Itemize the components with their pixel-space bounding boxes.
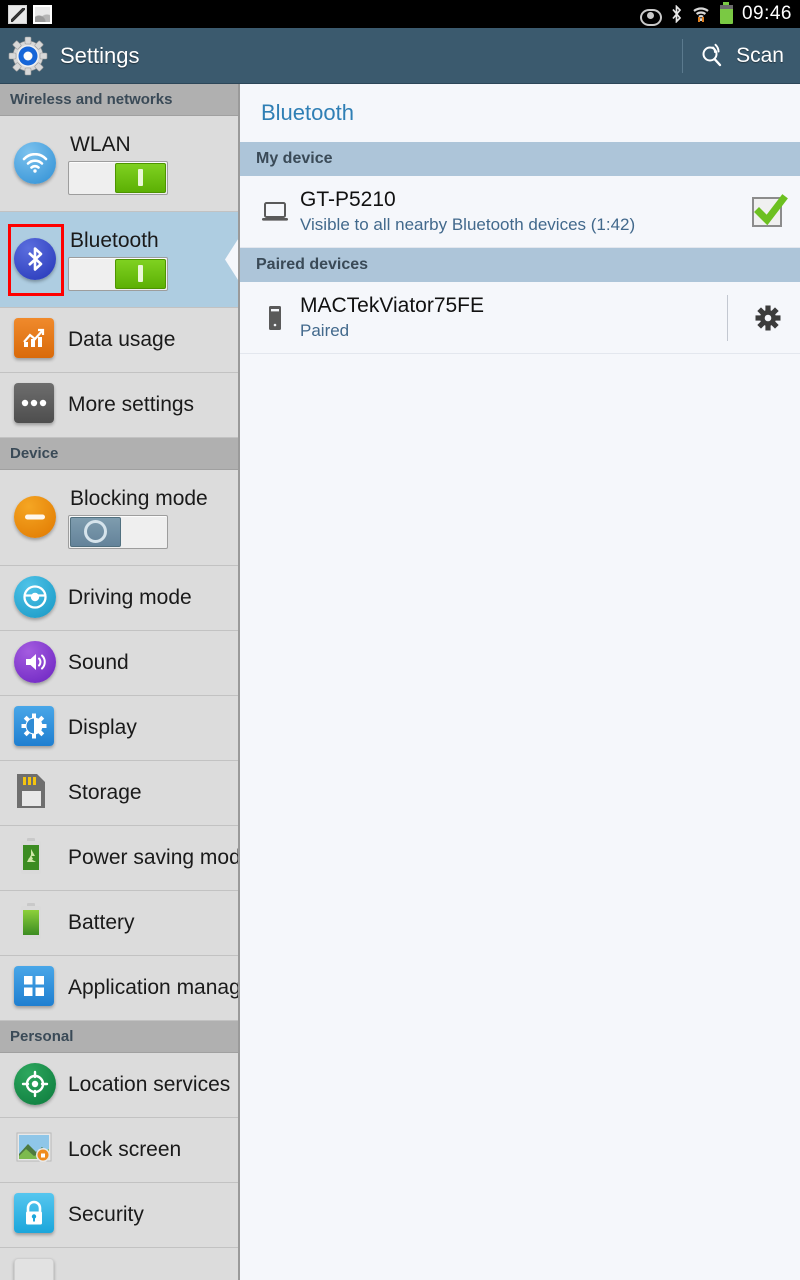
device-name: MACTekViator75FE xyxy=(300,293,485,317)
sidebar-item-label: Data usage xyxy=(68,328,176,351)
display-icon xyxy=(14,706,58,750)
status-bar-right-icons: 09:46 xyxy=(639,1,792,26)
location-services-icon xyxy=(14,1063,58,1107)
wifi-icon xyxy=(14,141,58,186)
sidebar-item-bluetooth[interactable]: Bluetooth xyxy=(0,212,238,308)
status-bar-left-icons xyxy=(8,4,76,24)
lock-screen-icon xyxy=(14,1128,58,1172)
device-status: Visible to all nearby Bluetooth devices … xyxy=(300,215,636,235)
device-row-paired[interactable]: MACTekViator75FE Paired xyxy=(240,282,800,354)
sidebar-item-blocking-mode[interactable]: Blocking mode xyxy=(0,470,238,566)
gallery-icon xyxy=(33,4,52,24)
gear-icon[interactable] xyxy=(754,304,782,332)
more-settings-icon xyxy=(14,383,58,427)
sidebar-item-storage[interactable]: Storage xyxy=(0,761,238,826)
sidebar-item-partial[interactable] xyxy=(0,1248,238,1280)
driving-mode-icon xyxy=(14,576,58,620)
sidebar-item-label: Sound xyxy=(68,651,129,674)
sidebar-item-more-settings[interactable]: More settings xyxy=(0,373,238,438)
list-header-paired-devices: Paired devices xyxy=(240,248,800,282)
scan-icon xyxy=(699,42,727,70)
sidebar-item-label: Bluetooth xyxy=(70,228,159,252)
power-saving-icon xyxy=(14,836,58,880)
wlan-toggle[interactable] xyxy=(68,160,168,195)
bluetooth-panel: Bluetooth My device GT-P5210 Visible to … xyxy=(240,84,800,1280)
scan-label: Scan xyxy=(736,43,784,67)
sidebar-item-label: Location services xyxy=(68,1073,231,1096)
sidebar-section-header-device: Device xyxy=(0,438,238,470)
blocking-mode-icon xyxy=(14,495,58,540)
sidebar-section-header-wireless: Wireless and networks xyxy=(0,84,238,116)
partial-row-icon xyxy=(14,1258,58,1280)
sidebar-item-label: Security xyxy=(68,1203,144,1226)
device-status: Paired xyxy=(300,321,350,341)
device-info: GT-P5210 Visible to all nearby Bluetooth… xyxy=(300,188,752,235)
sidebar-item-label: Power saving mode xyxy=(68,846,240,869)
smart-stay-eye-icon xyxy=(639,7,662,26)
sidebar-item-driving-mode[interactable]: Driving mode xyxy=(0,566,238,631)
action-bar-divider xyxy=(682,38,684,73)
storage-icon xyxy=(14,771,58,815)
selected-row-notch xyxy=(225,237,238,282)
blocking-mode-toggle[interactable] xyxy=(68,514,168,549)
bluetooth-icon xyxy=(14,237,58,282)
sidebar-item-label: Driving mode xyxy=(68,586,192,609)
settings-sidebar[interactable]: Wireless and networks WLAN Bluetooth Dat… xyxy=(0,84,240,1280)
data-usage-icon xyxy=(14,318,58,362)
device-info: MACTekViator75FE Paired xyxy=(300,294,727,341)
content-title: Bluetooth xyxy=(261,100,354,125)
pen-icon xyxy=(8,4,27,24)
phone-icon xyxy=(258,304,292,332)
sidebar-item-lock-screen[interactable]: Lock screen xyxy=(0,1118,238,1183)
status-bar-clock: 09:46 xyxy=(741,3,792,24)
settings-gear-icon[interactable] xyxy=(8,36,48,76)
sidebar-item-label: Lock screen xyxy=(68,1138,182,1161)
application-manager-icon xyxy=(14,966,58,1010)
sidebar-item-location-services[interactable]: Location services xyxy=(0,1053,238,1118)
sidebar-item-sound[interactable]: Sound xyxy=(0,631,238,696)
list-header-my-device: My device xyxy=(240,142,800,176)
sidebar-item-label: Display xyxy=(68,716,137,739)
sidebar-item-security[interactable]: Security xyxy=(0,1183,238,1248)
sidebar-item-application-manager[interactable]: Application manager xyxy=(0,956,238,1021)
status-bar: 09:46 xyxy=(0,0,800,28)
sidebar-item-label: Storage xyxy=(68,781,142,804)
main-layout: Wireless and networks WLAN Bluetooth Dat… xyxy=(0,84,800,1280)
sidebar-item-label: Battery xyxy=(68,911,135,934)
sidebar-item-label: Blocking mode xyxy=(70,486,208,510)
battery-icon xyxy=(719,1,733,24)
security-icon xyxy=(14,1193,58,1237)
sidebar-item-display[interactable]: Display xyxy=(0,696,238,761)
wifi-icon xyxy=(691,5,711,23)
sidebar-item-label: WLAN xyxy=(70,132,131,156)
scan-button[interactable]: Scan xyxy=(682,36,800,76)
sidebar-section-header-personal: Personal xyxy=(0,1021,238,1053)
bluetooth-icon xyxy=(671,5,682,23)
sidebar-item-label: Application manager xyxy=(68,976,240,999)
battery-icon xyxy=(14,901,58,945)
laptop-icon xyxy=(258,201,292,223)
row-divider xyxy=(727,294,728,341)
page-title: Settings xyxy=(60,42,140,68)
action-bar: Settings Scan xyxy=(0,28,800,84)
device-row-my-device[interactable]: GT-P5210 Visible to all nearby Bluetooth… xyxy=(240,176,800,248)
sidebar-item-battery[interactable]: Battery xyxy=(0,891,238,956)
device-name: GT-P5210 xyxy=(300,187,396,211)
visibility-checkbox[interactable] xyxy=(752,193,788,227)
sidebar-item-wlan[interactable]: WLAN xyxy=(0,116,238,212)
rainbow-icon xyxy=(58,4,76,24)
bluetooth-toggle[interactable] xyxy=(68,256,168,291)
sound-icon xyxy=(14,641,58,685)
sidebar-item-power-saving-mode[interactable]: Power saving mode xyxy=(0,826,238,891)
sidebar-item-data-usage[interactable]: Data usage xyxy=(0,308,238,373)
sidebar-item-label: More settings xyxy=(68,393,195,416)
